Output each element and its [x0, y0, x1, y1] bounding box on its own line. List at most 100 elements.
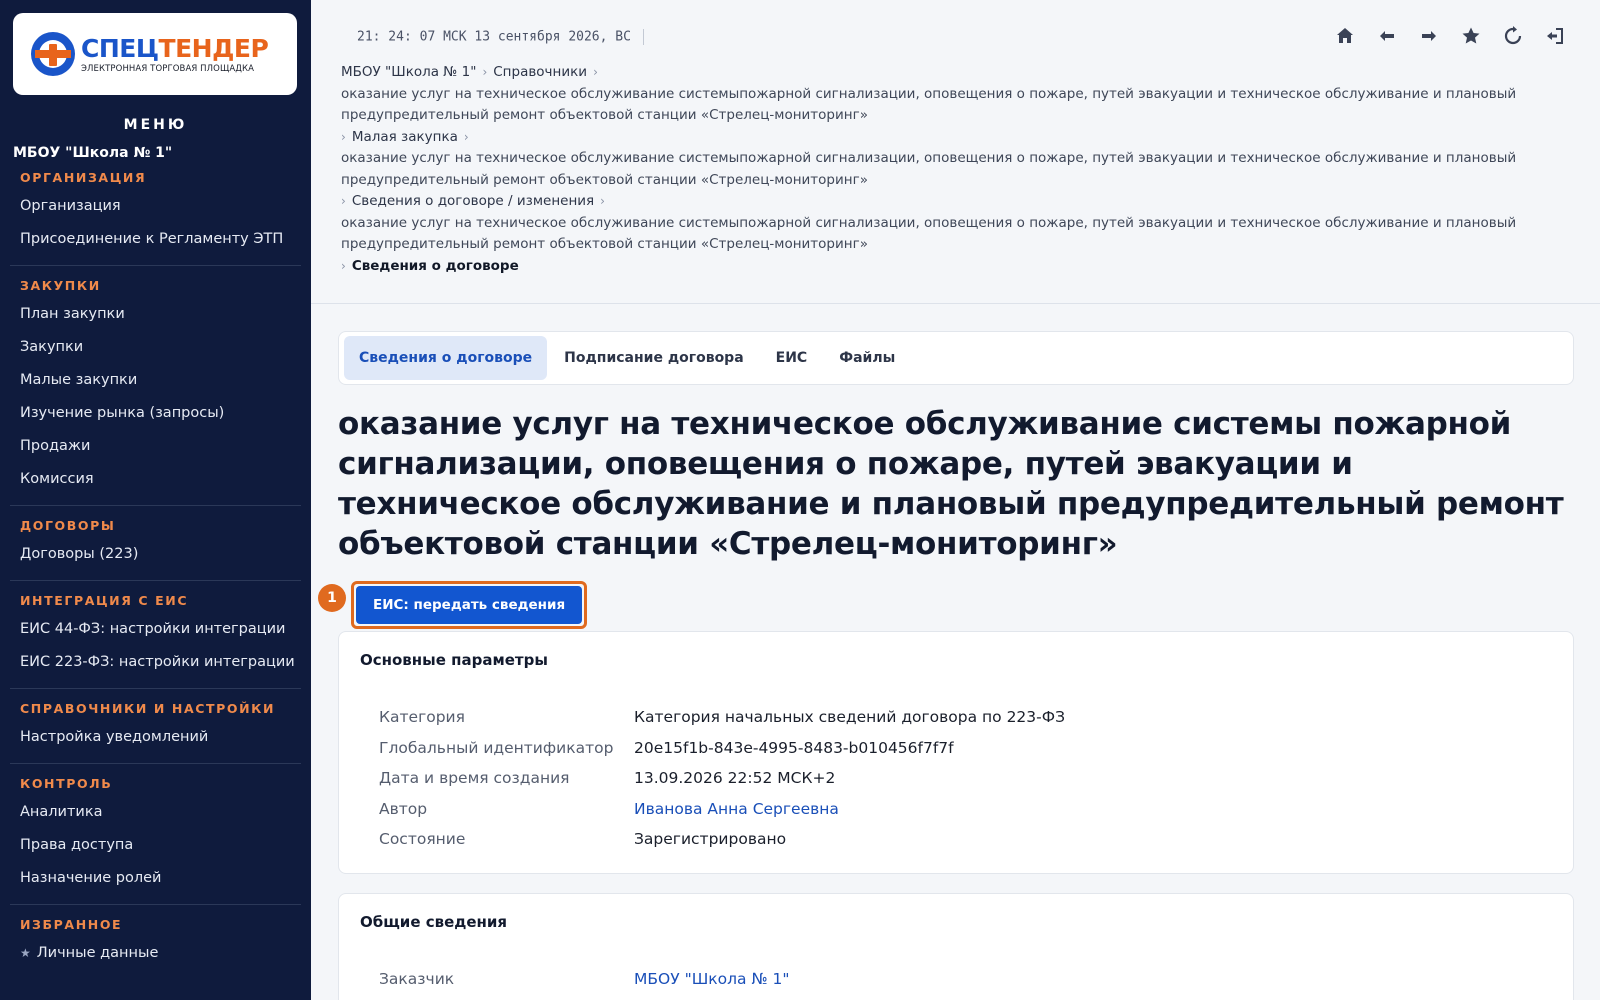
chevron-right-icon: ›	[341, 194, 346, 208]
param-label: Автор	[379, 799, 428, 818]
sidebar-item-roles[interactable]: Назначение ролей	[10, 862, 301, 895]
tab-eis[interactable]: ЕИС	[761, 336, 823, 380]
nav-section-purchases: ЗАКУПКИ План закупки Закупки Малые закуп…	[10, 265, 301, 505]
param-label: Состояние	[379, 830, 466, 849]
logo-name-part2: ТЕНДЕР	[158, 33, 269, 63]
param-value: 13.09.2026 22:52 МСК+2	[634, 769, 836, 788]
highlight-frame: ЕИС: передать сведения	[351, 581, 588, 629]
param-label: Дата и время создания	[379, 769, 570, 788]
nav-section-organization: ОРГАНИЗАЦИЯ Организация Присоединение к …	[10, 168, 301, 265]
nav-section-contracts: ДОГОВОРЫ Договоры (223)	[10, 505, 301, 580]
logo-subtitle: ЭЛЕКТРОННАЯ ТОРГОВАЯ ПЛОЩАДКА	[81, 63, 255, 74]
sidebar-item-commission[interactable]: Комиссия	[10, 463, 301, 496]
nav-heading: ЗАКУПКИ	[20, 278, 101, 293]
breadcrumb-item[interactable]: оказание услуг на техническое обслуживан…	[341, 148, 1561, 191]
param-row: Категория Категория начальных сведений до…	[379, 702, 1479, 733]
clock: 21: 24: 07 МСК 13 сентября 2026, ВС	[357, 29, 644, 45]
general-info-list: Заказчик МБОУ "Школа № 1"	[379, 964, 1479, 995]
chevron-right-icon: ›	[482, 65, 488, 79]
breadcrumb: МБОУ "Школа № 1" › Справочники › оказание у…	[341, 62, 1561, 277]
logout-icon[interactable]	[1545, 24, 1565, 48]
eis-send-button[interactable]: ЕИС: передать сведения	[356, 586, 583, 624]
header: 21: 24: 07 МСК 13 сентября 2026, ВС МБОУ…	[311, 0, 1600, 304]
refresh-icon[interactable]	[1503, 24, 1523, 48]
author-link[interactable]: Иванова Анна Сергеевна	[634, 800, 839, 818]
menu-title: МЕНЮ	[123, 117, 188, 133]
home-icon[interactable]	[1335, 24, 1355, 48]
breadcrumb-item[interactable]: оказание услуг на техническое обслуживан…	[341, 213, 1561, 256]
param-row: Глобальный идентификатор 20e15f1b-843e-49…	[379, 733, 1479, 764]
sidebar-item-analytics[interactable]: Аналитика	[10, 796, 301, 829]
params-list: Категория Категория начальных сведений до…	[379, 702, 1479, 855]
breadcrumb-item[interactable]: Справочники	[493, 64, 587, 80]
param-row: Состояние Зарегистрировано	[379, 824, 1479, 855]
status-value: Зарегистрировано	[634, 830, 787, 849]
param-label: Глобальный идентификатор	[379, 738, 614, 757]
page-title: оказание услуг на техническое обслуживан…	[338, 406, 1564, 562]
sidebar-item-access-rights[interactable]: Права доступа	[10, 829, 301, 862]
param-row: Заказчик МБОУ "Школа № 1"	[379, 964, 1479, 995]
breadcrumb-item[interactable]: Малая закупка	[352, 129, 458, 145]
main-content: 21: 24: 07 МСК 13 сентября 2026, ВС МБОУ…	[311, 0, 1600, 1000]
breadcrumb-current: Сведения о договоре	[351, 257, 519, 274]
nav-section-favorites: ИЗБРАННОЕ ★ Личные данные	[10, 904, 301, 979]
main-params-card: Основные параметры Категория Категория на…	[338, 631, 1574, 874]
customer-link[interactable]: МБОУ "Школа № 1"	[634, 970, 790, 988]
breadcrumb-item[interactable]: МБОУ "Школа № 1"	[341, 64, 476, 80]
tab-files[interactable]: Файлы	[824, 336, 910, 380]
logo[interactable]: СПЕЦТЕНДЕР ЭЛЕКТРОННАЯ ТОРГОВАЯ ПЛОЩАДКА	[13, 13, 297, 95]
organization-name: МБОУ "Школа № 1"	[13, 145, 173, 161]
sidebar-item-contracts[interactable]: Договоры (223)	[10, 538, 301, 571]
sidebar-item-sales[interactable]: Продажи	[10, 430, 301, 463]
star-icon: ★	[20, 946, 31, 960]
nav-heading: СПРАВОЧНИКИ И НАСТРОЙКИ	[20, 701, 276, 716]
forward-arrow-icon[interactable]	[1419, 24, 1439, 48]
card-title: Основные параметры	[360, 651, 548, 669]
param-row: Автор Иванова Анна Сергеевна	[379, 794, 1479, 825]
chevron-right-icon: ›	[463, 129, 469, 144]
sidebar-item-organization[interactable]: Организация	[10, 190, 301, 223]
sidebar-nav: ОРГАНИЗАЦИЯ Организация Присоединение к …	[0, 168, 311, 979]
param-value: 20e15f1b-843e-4995-8483-b010456f7f7f	[634, 738, 954, 757]
sidebar-item-notifications[interactable]: Настройка уведомлений	[10, 721, 301, 754]
chevron-right-icon: ›	[600, 194, 605, 208]
star-icon[interactable]	[1461, 24, 1481, 48]
nav-section-eis: ИНТЕГРАЦИЯ С ЕИС ЕИС 44-ФЗ: настройки ин…	[10, 580, 301, 688]
breadcrumb-item[interactable]: Сведения о договоре / изменения	[352, 193, 594, 209]
tab-contract-signing[interactable]: Подписание договора	[549, 336, 759, 380]
sidebar-item-small-purchases[interactable]: Малые закупки	[10, 364, 301, 397]
tab-bar: Сведения о договоре Подписание договора …	[338, 331, 1574, 385]
tab-contract-info[interactable]: Сведения о договоре	[344, 336, 548, 380]
sidebar: СПЕЦТЕНДЕР ЭЛЕКТРОННАЯ ТОРГОВАЯ ПЛОЩАДКА…	[0, 0, 311, 1000]
param-value: Категория начальных сведений договора по…	[634, 708, 1066, 727]
chevron-right-icon: ›	[341, 129, 346, 144]
general-info-card: Общие сведения Заказчик МБОУ "Школа № 1"	[338, 893, 1574, 1000]
sidebar-item-regulation[interactable]: Присоединение к Регламенту ЭТП	[10, 223, 301, 256]
chevron-right-icon: ›	[341, 258, 346, 273]
nav-section-settings: СПРАВОЧНИКИ И НАСТРОЙКИ Настройка уведом…	[10, 688, 301, 763]
sidebar-item-personal-data[interactable]: ★ Личные данные	[10, 937, 301, 970]
nav-heading: ОРГАНИЗАЦИЯ	[20, 170, 147, 185]
nav-heading: ИЗБРАННОЕ	[20, 917, 123, 932]
card-title: Общие сведения	[360, 913, 508, 931]
sidebar-item-label: Личные данные	[36, 945, 159, 961]
nav-section-control: КОНТРОЛЬ Аналитика Права доступа Назначе…	[10, 763, 301, 904]
nav-heading: ДОГОВОРЫ	[20, 518, 116, 533]
nav-heading: ИНТЕГРАЦИЯ С ЕИС	[20, 593, 189, 608]
sidebar-item-purchase-plan[interactable]: План закупки	[10, 298, 301, 331]
logo-name-part1: СПЕЦ	[81, 33, 159, 63]
nav-heading: КОНТРОЛЬ	[20, 776, 113, 791]
step-badge: 1	[318, 584, 346, 612]
sidebar-item-eis-44[interactable]: ЕИС 44-ФЗ: настройки интеграции	[10, 613, 301, 646]
sidebar-item-purchases[interactable]: Закупки	[10, 331, 301, 364]
sidebar-item-eis-223[interactable]: ЕИС 223-ФЗ: настройки интеграции	[10, 646, 301, 679]
back-arrow-icon[interactable]	[1377, 24, 1397, 48]
logo-mark-icon	[31, 32, 75, 76]
toolbar	[1335, 24, 1565, 48]
sidebar-item-market-research[interactable]: Изучение рынка (запросы)	[10, 397, 301, 430]
param-row: Дата и время создания 13.09.2026 22:52 МС…	[379, 763, 1479, 794]
param-label: Категория	[379, 708, 465, 727]
chevron-right-icon: ›	[593, 65, 598, 79]
breadcrumb-item[interactable]: оказание услуг на техническое обслуживан…	[341, 84, 1561, 127]
param-label: Заказчик	[379, 970, 455, 989]
